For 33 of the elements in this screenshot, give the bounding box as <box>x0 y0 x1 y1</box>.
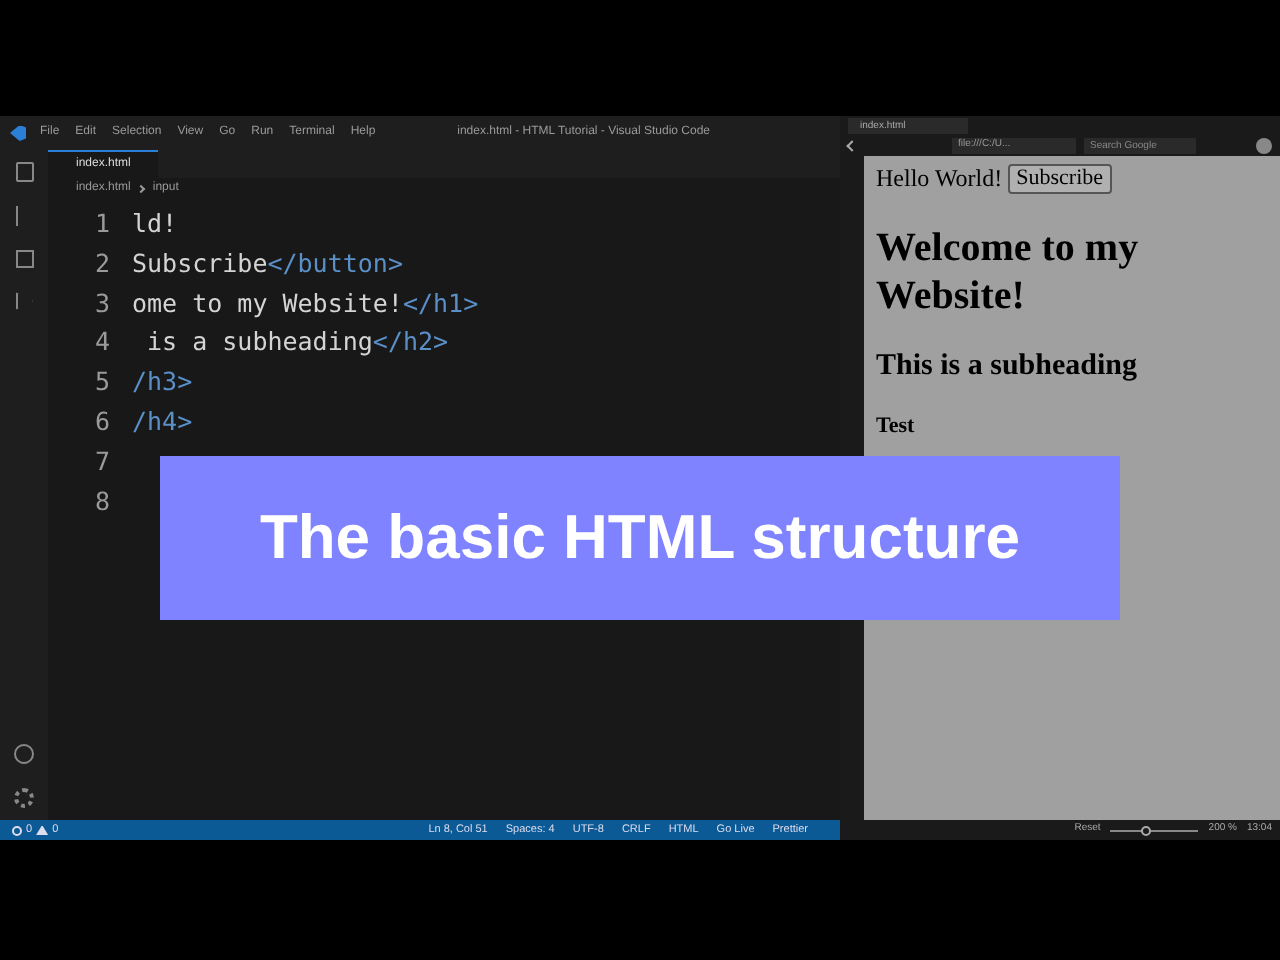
title-text: The basic HTML structure <box>259 499 1021 576</box>
code-text: Subscribe <box>132 245 268 282</box>
settings-icon <box>14 788 34 808</box>
files-icon <box>15 162 33 182</box>
code-tag: </h1> <box>402 283 479 323</box>
app-logo-icon <box>10 125 26 141</box>
page-subheading: This is a subheading <box>876 348 1139 386</box>
line-number: 1 <box>92 206 112 242</box>
warning-icon <box>36 825 49 835</box>
line-number: 5 <box>92 364 112 401</box>
page-text: Hello World! <box>876 162 1003 196</box>
code-tag: </h2> <box>372 322 449 363</box>
error-icon <box>12 825 22 835</box>
page-heading: Welcome to my Website! <box>876 224 1141 320</box>
page-heading-small: Test <box>876 411 917 441</box>
back-icon[interactable] <box>846 140 858 152</box>
line-number: 7 <box>92 443 112 480</box>
code-tag: </button> <box>267 243 403 284</box>
chevron-icon <box>137 184 146 194</box>
account-icon <box>14 744 34 764</box>
subscribe-button[interactable]: Subscribe <box>1008 163 1112 193</box>
code-text: is a subheading <box>145 324 373 361</box>
extensions-icon <box>15 250 33 268</box>
line-number: 6 <box>92 403 112 440</box>
line-number: 8 <box>92 483 112 520</box>
line-number: 3 <box>92 285 112 322</box>
code-tag: /h4> <box>132 401 193 442</box>
code-text: ome to my Website! <box>132 285 403 322</box>
line-number: 2 <box>92 245 112 282</box>
line-number: 4 <box>92 324 112 361</box>
code-text: ld! <box>132 206 178 242</box>
profile-icon[interactable] <box>1256 138 1272 154</box>
code-tag: /h3> <box>132 362 193 402</box>
